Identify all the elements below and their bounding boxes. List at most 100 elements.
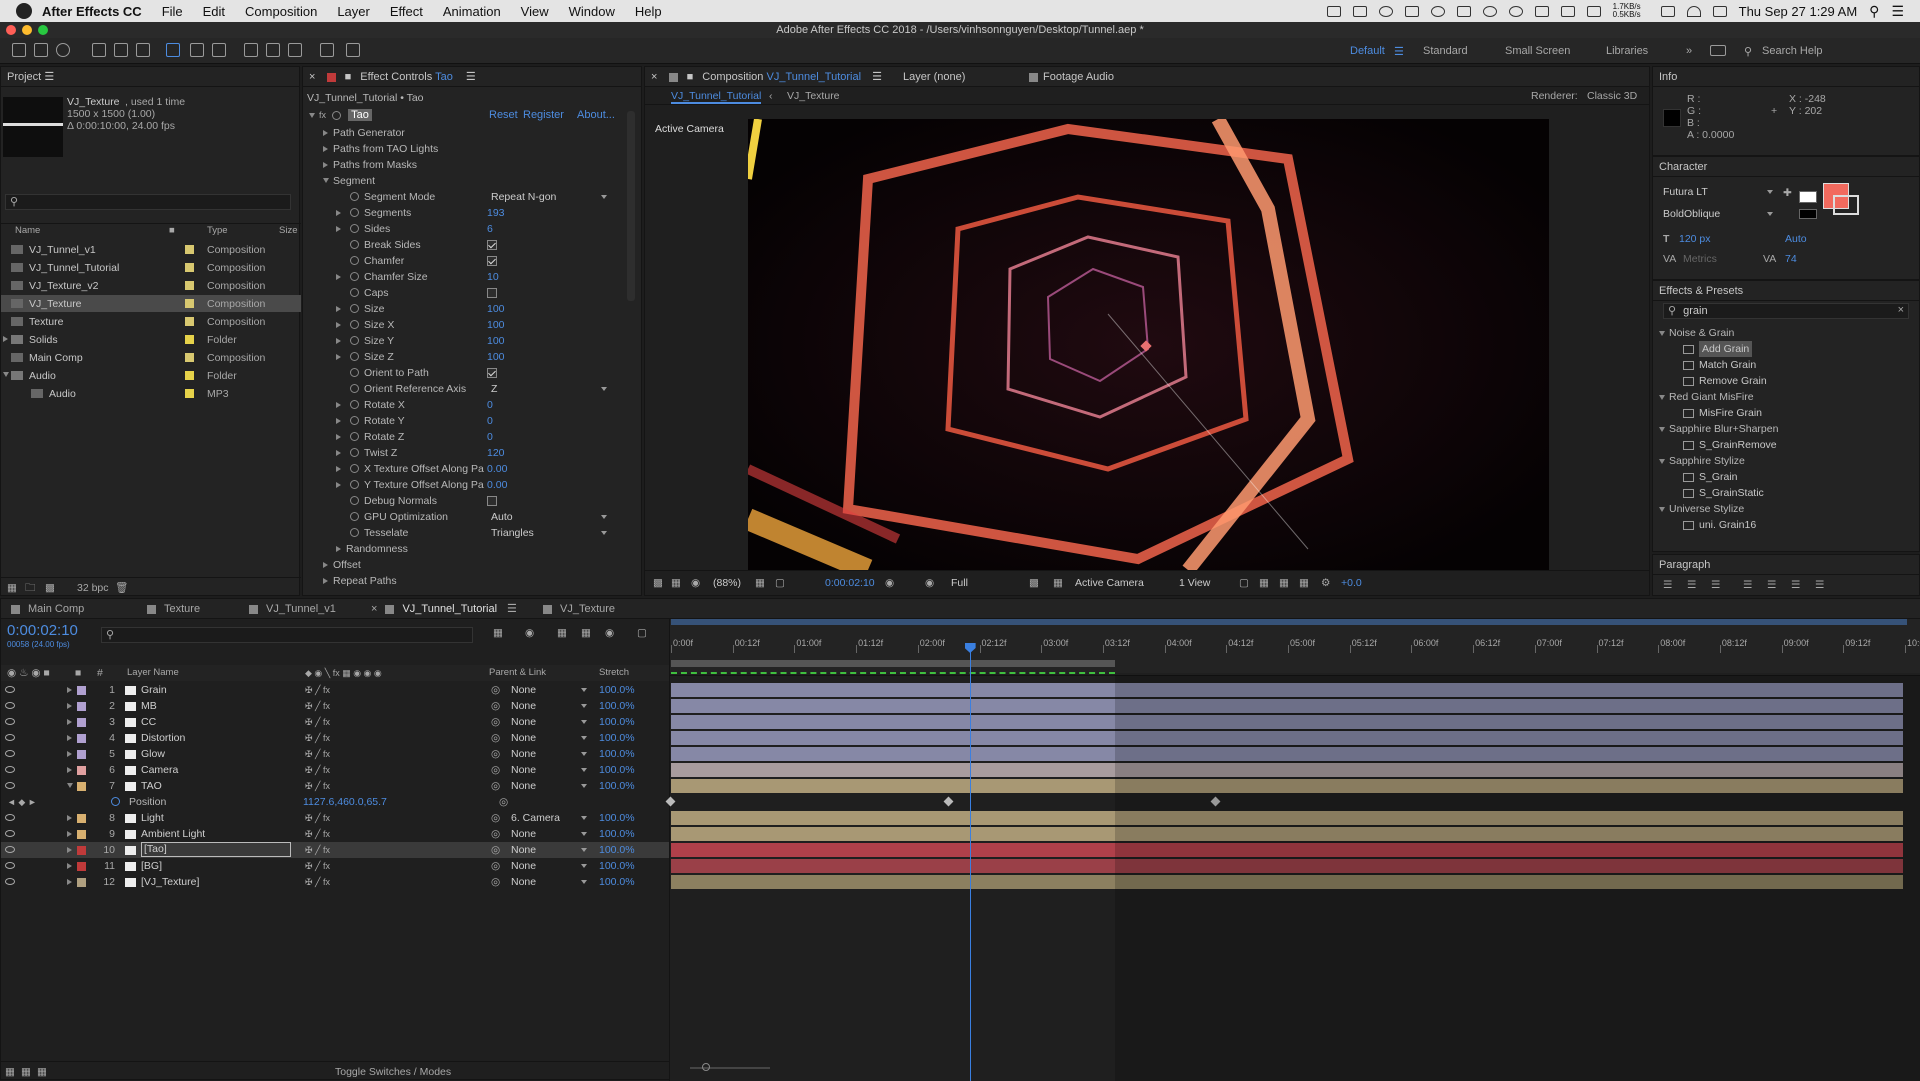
bpc-label[interactable]: 32 bpc xyxy=(77,580,109,596)
new-folder-icon[interactable]: 🗀 xyxy=(25,580,36,596)
lock-icon[interactable]: ■ xyxy=(687,71,694,83)
kerning-value[interactable]: Metrics xyxy=(1683,251,1717,267)
effect-param[interactable]: Caps xyxy=(303,285,623,301)
layer-name[interactable]: Grain xyxy=(141,682,167,698)
motion-blur-icon[interactable]: ◉ xyxy=(605,625,614,641)
mask-visibility-icon[interactable]: ◉ xyxy=(691,575,700,591)
label-swatch[interactable] xyxy=(77,830,86,839)
expand-icon[interactable] xyxy=(336,306,341,312)
layer-switches[interactable]: ✠ ╱ fx xyxy=(305,730,330,746)
timeline-search-input[interactable]: ⚲ xyxy=(101,627,473,643)
visibility-eye-icon[interactable] xyxy=(5,750,15,757)
stopwatch-icon[interactable] xyxy=(350,368,359,377)
param-value[interactable]: 0.00 xyxy=(487,461,507,477)
leading-value[interactable]: Auto xyxy=(1785,231,1807,247)
monitor-icon[interactable] xyxy=(1586,5,1601,17)
stopwatch-icon[interactable] xyxy=(350,208,359,217)
stopwatch-icon[interactable] xyxy=(350,224,359,233)
layer-name[interactable]: [BG] xyxy=(141,858,162,874)
layer-switches[interactable]: ✠ ╱ fx xyxy=(305,874,330,890)
col-size-header[interactable]: Size xyxy=(279,223,297,239)
align-left-icon[interactable]: ☰ xyxy=(1663,577,1672,593)
visibility-eye-icon[interactable] xyxy=(5,734,15,741)
justify-left-icon[interactable]: ☰ xyxy=(1743,577,1752,593)
effects-search-input[interactable]: ⚲ grain × xyxy=(1663,303,1909,319)
effect-tree-item[interactable]: Add Grain xyxy=(1653,341,1920,357)
effect-param[interactable]: Segment Mode Repeat N-gon xyxy=(303,189,623,205)
pick-whip-icon[interactable]: ◎ xyxy=(491,858,500,874)
justify-all-icon[interactable]: ☰ xyxy=(1815,577,1824,593)
selection-tool-icon[interactable] xyxy=(12,43,26,57)
stretch-value[interactable]: 100.0% xyxy=(599,810,635,826)
comp-tab-name[interactable]: VJ_Tunnel_Tutorial xyxy=(766,71,861,83)
effect-param[interactable]: Size Z 100 xyxy=(303,349,623,365)
label-swatch[interactable] xyxy=(77,814,86,823)
exposure-value[interactable]: +0.0 xyxy=(1341,575,1362,591)
visibility-eye-icon[interactable] xyxy=(5,862,15,869)
c-icon[interactable] xyxy=(1560,5,1575,17)
eyedropper-icon[interactable]: ✚ xyxy=(1783,185,1792,201)
visibility-eye-icon[interactable] xyxy=(5,702,15,709)
folder-toggle-icon[interactable] xyxy=(3,372,9,377)
stopwatch-icon[interactable] xyxy=(350,464,359,473)
pick-whip-icon[interactable]: ◎ xyxy=(491,762,500,778)
effect-param[interactable]: Rotate X 0 xyxy=(303,397,623,413)
stretch-value[interactable]: 100.0% xyxy=(599,874,635,890)
stopwatch-icon[interactable] xyxy=(350,528,359,537)
label-swatch[interactable] xyxy=(77,782,86,791)
layer-expand-icon[interactable] xyxy=(67,767,72,773)
layer-expand-icon[interactable] xyxy=(67,687,72,693)
menu-edit[interactable]: Edit xyxy=(203,4,225,19)
layer-row[interactable]: 9 Ambient Light ✠ ╱ fx ◎ None 100.0% xyxy=(1,826,669,842)
stopwatch-icon[interactable] xyxy=(350,256,359,265)
frame-blending-icon[interactable]: ▦ xyxy=(581,625,591,641)
search-help-icon[interactable]: ⚲ xyxy=(1744,45,1752,58)
pick-whip-icon[interactable]: ◎ xyxy=(491,826,500,842)
stopwatch-icon[interactable] xyxy=(350,400,359,409)
effect-param[interactable]: Offset xyxy=(303,557,623,573)
effect-tree-item[interactable]: S_GrainRemove xyxy=(1653,437,1920,453)
zoom-tool-icon[interactable] xyxy=(56,43,70,57)
label-swatch[interactable] xyxy=(185,245,194,254)
effect-param[interactable]: Rotate Y 0 xyxy=(303,413,623,429)
justify-center-icon[interactable]: ☰ xyxy=(1767,577,1776,593)
visibility-eye-icon[interactable] xyxy=(5,782,15,789)
param-dropdown[interactable]: Auto xyxy=(491,510,607,524)
layer-switches[interactable]: ✠ ╱ fx xyxy=(305,698,330,714)
stretch-value[interactable]: 100.0% xyxy=(599,682,635,698)
panel-menu-icon[interactable]: ☰ xyxy=(507,603,517,615)
black-swatch[interactable] xyxy=(1799,209,1817,219)
stopwatch-icon[interactable] xyxy=(350,288,359,297)
visibility-eye-icon[interactable] xyxy=(5,718,15,725)
expand-icon[interactable] xyxy=(323,130,328,136)
timeline-tab[interactable]: VJ_Tunnel_v1 xyxy=(249,599,336,619)
effect-tree-item[interactable]: Remove Grain xyxy=(1653,373,1920,389)
project-item[interactable]: Solids Folder xyxy=(1,331,301,348)
effect-param[interactable]: Rotate Z 0 xyxy=(303,429,623,445)
shy-layers-icon[interactable]: ▦ xyxy=(557,625,567,641)
stopwatch-icon[interactable] xyxy=(350,272,359,281)
menu-help[interactable]: Help xyxy=(635,4,662,19)
stopwatch-icon[interactable] xyxy=(350,480,359,489)
col-type-header[interactable]: Type xyxy=(207,223,228,239)
menu-composition[interactable]: Composition xyxy=(245,4,317,19)
effect-param[interactable]: Y Texture Offset Along Pa 0.00 xyxy=(303,477,623,493)
layer-row[interactable]: 4 Distortion ✠ ╱ fx ◎ None 100.0% xyxy=(1,730,669,746)
effect-param[interactable]: Break Sides xyxy=(303,237,623,253)
flowchart-icon[interactable]: ▦ xyxy=(1279,575,1289,591)
timeline-tab[interactable]: Texture xyxy=(147,599,200,619)
effect-param[interactable]: Chamfer xyxy=(303,253,623,269)
effect-tree-item[interactable]: Noise & Grain xyxy=(1653,325,1920,341)
label-swatch[interactable] xyxy=(185,389,194,398)
pick-whip-icon[interactable]: ◎ xyxy=(491,810,500,826)
menu-view[interactable]: View xyxy=(521,4,549,19)
label-swatch[interactable] xyxy=(185,281,194,290)
layer-name[interactable]: Glow xyxy=(141,746,165,762)
layer-name[interactable]: [Tao] xyxy=(141,842,291,857)
menu-window[interactable]: Window xyxy=(569,4,615,19)
effect-param[interactable]: Twist Z 120 xyxy=(303,445,623,461)
label-swatch[interactable] xyxy=(185,353,194,362)
parent-dropdown[interactable]: 6. Camera xyxy=(511,811,587,825)
layer-row[interactable]: 5 Glow ✠ ╱ fx ◎ None 100.0% xyxy=(1,746,669,762)
expand-icon[interactable] xyxy=(1659,395,1665,400)
